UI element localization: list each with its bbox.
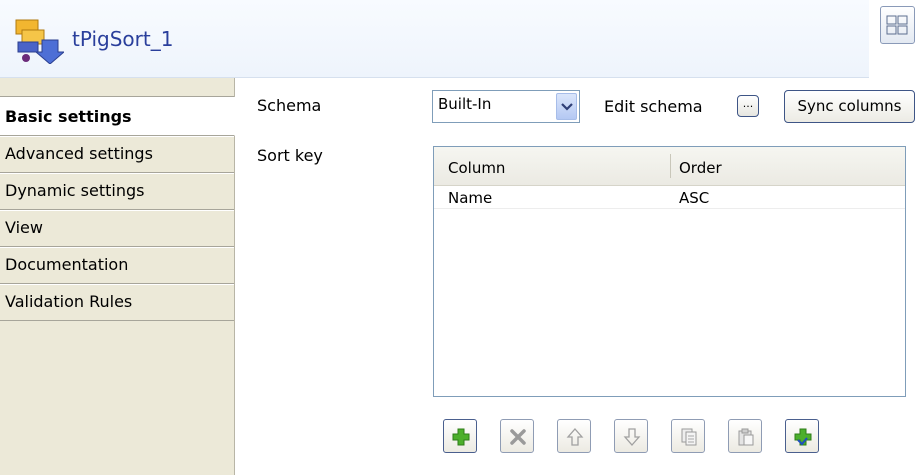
chevron-down-icon[interactable]: [556, 93, 577, 120]
sort-key-table[interactable]: Column Order Name ASC: [433, 146, 906, 397]
pig-sort-icon: [12, 14, 66, 65]
sort-key-label: Sort key: [257, 146, 323, 165]
table-header: Column Order: [434, 147, 905, 186]
column-header-column[interactable]: Column: [448, 147, 505, 185]
edit-schema-label: Edit schema: [604, 97, 703, 116]
delete-row-button[interactable]: [500, 419, 534, 453]
schema-label: Schema: [257, 96, 322, 115]
column-header-order[interactable]: Order: [679, 147, 722, 185]
schema-value: Built-In: [438, 95, 492, 113]
schema-select[interactable]: Built-In: [432, 90, 580, 123]
table-row[interactable]: Name ASC: [434, 186, 905, 209]
tab-basic-settings[interactable]: Basic settings: [0, 97, 235, 136]
paste-button[interactable]: [728, 419, 762, 453]
add-column-icon: [794, 428, 812, 446]
tab-validation-rules[interactable]: Validation Rules: [0, 284, 234, 321]
tab-advanced-settings[interactable]: Advanced settings: [0, 136, 234, 173]
tab-documentation[interactable]: Documentation: [0, 247, 234, 284]
paste-icon: [738, 428, 754, 446]
tab-dynamic-settings[interactable]: Dynamic settings: [0, 173, 234, 210]
sync-columns-button[interactable]: Sync columns: [784, 90, 915, 123]
move-up-button[interactable]: [557, 419, 591, 453]
add-column-button[interactable]: [785, 419, 819, 453]
panel-layout-button[interactable]: [880, 6, 915, 44]
cell-order[interactable]: ASC: [679, 186, 709, 208]
edit-schema-button[interactable]: ...: [737, 95, 759, 117]
add-icon: [452, 428, 470, 446]
cell-column[interactable]: Name: [448, 186, 492, 208]
copy-button[interactable]: [671, 419, 705, 453]
move-up-icon: [566, 428, 584, 446]
add-row-button[interactable]: [443, 419, 477, 453]
component-title: tPigSort_1: [72, 27, 174, 51]
settings-sidebar: Basic settings Advanced settings Dynamic…: [0, 78, 235, 475]
sidebar-top-strip: [0, 78, 234, 97]
copy-icon: [681, 428, 697, 446]
header-divider: [670, 154, 671, 178]
tab-view[interactable]: View: [0, 210, 234, 247]
move-down-icon: [623, 428, 641, 446]
delete-icon: [510, 429, 526, 445]
grid-icon: [886, 15, 908, 35]
component-header: tPigSort_1: [0, 0, 869, 78]
move-down-button[interactable]: [614, 419, 648, 453]
